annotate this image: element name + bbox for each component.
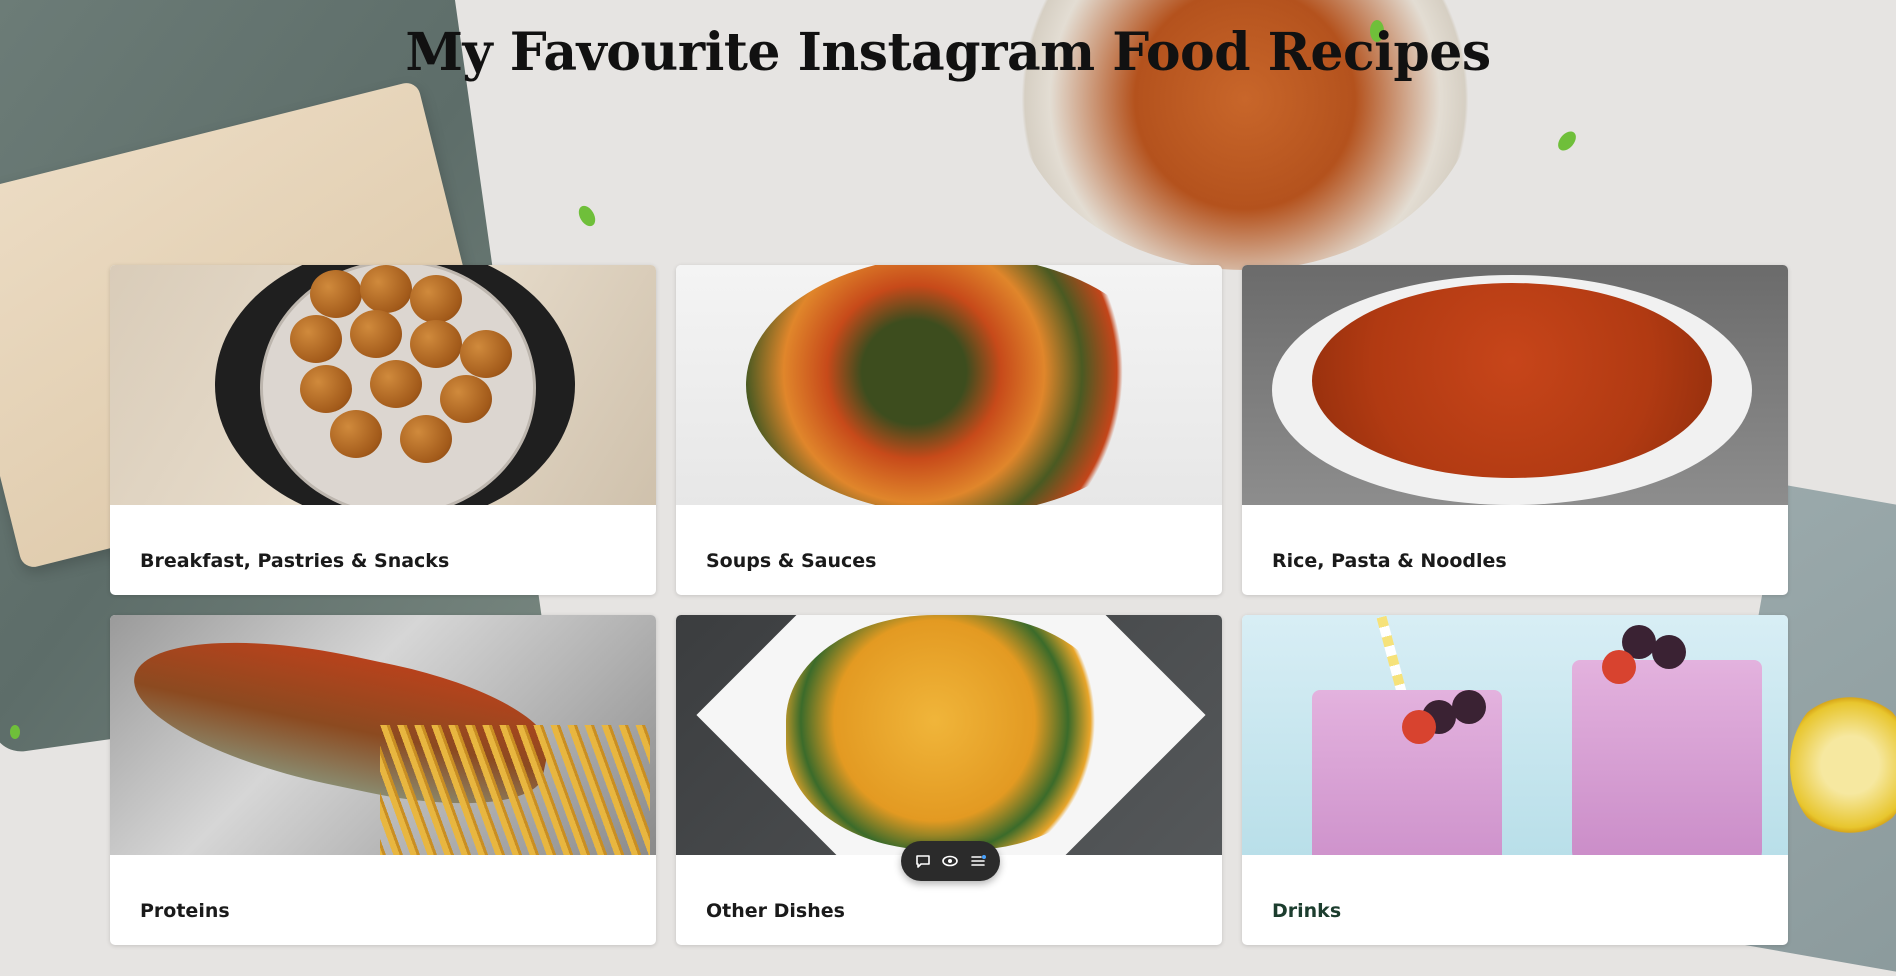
page-title: My Favourite Instagram Food Recipes bbox=[405, 22, 1491, 83]
menu-list-icon[interactable] bbox=[967, 850, 989, 872]
category-card-rice[interactable]: Rice, Pasta & Noodles bbox=[1242, 265, 1788, 595]
category-card-other[interactable]: Other Dishes bbox=[676, 615, 1222, 945]
category-label[interactable]: Other Dishes bbox=[706, 900, 845, 922]
category-image-other bbox=[676, 615, 1222, 855]
floating-toolbar bbox=[901, 841, 1000, 881]
eye-icon[interactable] bbox=[939, 850, 961, 872]
background-herb bbox=[10, 725, 20, 739]
category-image-soups bbox=[676, 265, 1222, 505]
category-card-drinks[interactable]: Drinks bbox=[1242, 615, 1788, 945]
category-image-rice bbox=[1242, 265, 1788, 505]
background-herb bbox=[1554, 128, 1580, 154]
category-card-soups[interactable]: Soups & Sauces bbox=[676, 265, 1222, 595]
category-label[interactable]: Proteins bbox=[140, 900, 230, 922]
category-image-breakfast bbox=[110, 265, 656, 505]
background-herb bbox=[575, 202, 599, 230]
category-label[interactable]: Breakfast, Pastries & Snacks bbox=[140, 550, 449, 572]
comment-icon[interactable] bbox=[912, 850, 934, 872]
category-image-proteins bbox=[110, 615, 656, 855]
category-card-proteins[interactable]: Proteins bbox=[110, 615, 656, 945]
category-card-breakfast[interactable]: Breakfast, Pastries & Snacks bbox=[110, 265, 656, 595]
category-label[interactable]: Rice, Pasta & Noodles bbox=[1272, 550, 1507, 572]
category-label[interactable]: Soups & Sauces bbox=[706, 550, 876, 572]
category-image-drinks bbox=[1242, 615, 1788, 855]
category-label[interactable]: Drinks bbox=[1272, 900, 1341, 922]
